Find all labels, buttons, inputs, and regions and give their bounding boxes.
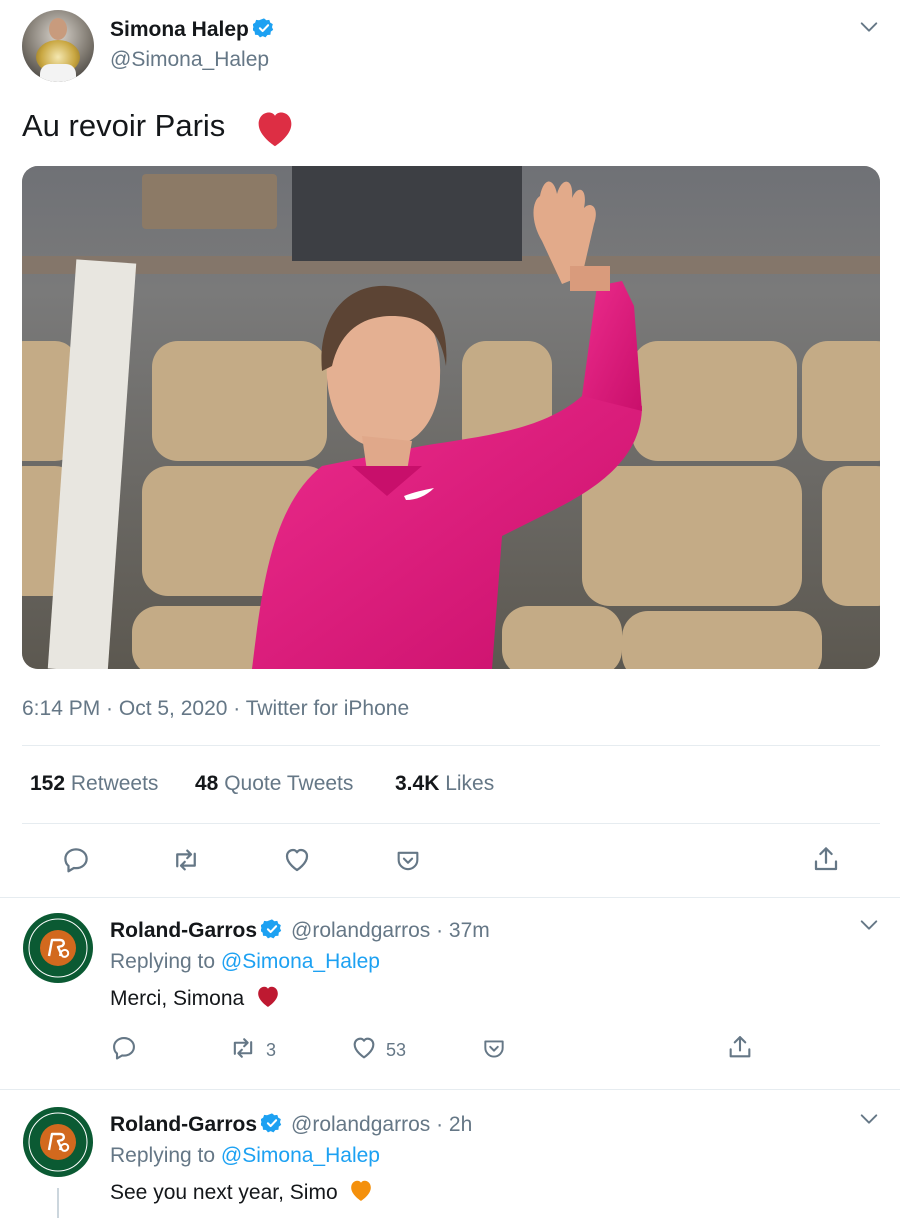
- reply-body: Merci, Simona: [110, 984, 282, 1014]
- tweet-text: Au revoir Paris: [22, 108, 226, 143]
- reply-button[interactable]: [61, 845, 91, 880]
- retweets-stat[interactable]: 152 Retweets: [30, 772, 158, 796]
- replying-to: Replying to @Simona_Halep: [110, 1144, 380, 1168]
- quote-tweets-stat[interactable]: 48 Quote Tweets: [195, 772, 353, 796]
- share-button[interactable]: [811, 844, 841, 879]
- replying-to-link[interactable]: @Simona_Halep: [221, 950, 380, 973]
- chevron-down-icon[interactable]: [858, 914, 880, 941]
- reply-icon: [61, 845, 91, 880]
- thread-connector: [57, 1188, 59, 1218]
- reply-button[interactable]: [110, 1034, 138, 1067]
- reply-header: Roland-Garros @rolandgarros · 2h: [110, 1112, 472, 1140]
- retweet-icon: [228, 1034, 258, 1067]
- replying-to-prefix: Replying to: [110, 1144, 216, 1167]
- share-icon: [726, 1033, 754, 1066]
- red-heart-emoji-icon: [253, 108, 297, 153]
- author-name[interactable]: Simona Halep: [110, 18, 249, 41]
- heart-icon: [350, 1034, 378, 1067]
- retweet-count: 3: [266, 1040, 277, 1060]
- like-count: 53: [386, 1040, 407, 1060]
- share-icon: [811, 844, 841, 879]
- reply-text: Merci, Simona: [110, 987, 245, 1010]
- pocket-button[interactable]: [481, 1036, 507, 1067]
- author-name-row[interactable]: Simona Halep: [110, 17, 275, 45]
- divider: [22, 823, 880, 824]
- verified-badge-icon: [260, 918, 283, 946]
- pocket-button[interactable]: [394, 847, 422, 880]
- roland-garros-avatar[interactable]: [22, 912, 94, 984]
- replying-to-prefix: Replying to: [110, 950, 216, 973]
- chevron-down-icon[interactable]: [858, 1108, 880, 1135]
- pocket-icon: [394, 847, 422, 880]
- retweets-count: 152: [30, 772, 66, 795]
- quote-count: 48: [195, 772, 219, 795]
- replying-to: Replying to @Simona_Halep: [110, 950, 380, 974]
- author-avatar[interactable]: [22, 10, 94, 82]
- chevron-down-icon[interactable]: [858, 16, 880, 43]
- dark-red-heart-emoji-icon: [254, 984, 282, 1014]
- reply-author-name[interactable]: Roland-Garros: [110, 919, 257, 942]
- tweet-photo[interactable]: [22, 166, 880, 669]
- likes-stat[interactable]: 3.4K Likes: [395, 772, 494, 796]
- likes-count: 3.4K: [395, 772, 440, 795]
- retweet-button[interactable]: [170, 845, 202, 880]
- verified-badge-icon: [260, 1112, 283, 1140]
- avatar-shirt: [40, 64, 76, 82]
- reply-author-name[interactable]: Roland-Garros: [110, 1113, 257, 1136]
- reply-time[interactable]: 2h: [449, 1113, 472, 1136]
- heart-icon: [281, 845, 313, 880]
- retweet-button[interactable]: 3: [228, 1034, 276, 1067]
- avatar-head: [49, 18, 67, 40]
- quote-label: Quote Tweets: [224, 772, 354, 795]
- like-button[interactable]: [281, 845, 313, 880]
- share-button[interactable]: [726, 1033, 754, 1066]
- likes-label: Likes: [445, 772, 495, 795]
- pocket-icon: [481, 1036, 507, 1067]
- like-button[interactable]: 53: [350, 1034, 406, 1067]
- retweet-icon: [170, 845, 202, 880]
- reply-author-handle[interactable]: @rolandgarros: [291, 919, 430, 942]
- author-handle[interactable]: @Simona_Halep: [110, 48, 269, 72]
- divider: [22, 745, 880, 746]
- reply-time[interactable]: 37m: [449, 919, 490, 942]
- reply-author-handle[interactable]: @rolandgarros: [291, 1113, 430, 1136]
- reply-tweet[interactable]: Roland-Garros @rolandgarros · 2h Replyin…: [0, 1090, 900, 1218]
- retweets-label: Retweets: [70, 772, 159, 795]
- reply-tweet[interactable]: Roland-Garros @rolandgarros · 37m Replyi…: [0, 898, 900, 1088]
- main-tweet: Simona Halep @Simona_Halep Au revoir Par…: [0, 0, 900, 898]
- tweet-meta: 6:14 PM · Oct 5, 2020 · Twitter for iPho…: [22, 697, 410, 720]
- replying-to-link[interactable]: @Simona_Halep: [221, 1144, 380, 1167]
- reply-text: See you next year, Simo: [110, 1181, 338, 1204]
- orange-heart-emoji-icon: [347, 1178, 375, 1208]
- photo-illustration: [22, 166, 880, 669]
- reply-header: Roland-Garros @rolandgarros · 37m: [110, 918, 490, 946]
- reply-body: See you next year, Simo: [110, 1178, 375, 1208]
- verified-badge-icon: [252, 17, 275, 45]
- reply-icon: [110, 1034, 138, 1067]
- roland-garros-avatar[interactable]: [22, 1106, 94, 1178]
